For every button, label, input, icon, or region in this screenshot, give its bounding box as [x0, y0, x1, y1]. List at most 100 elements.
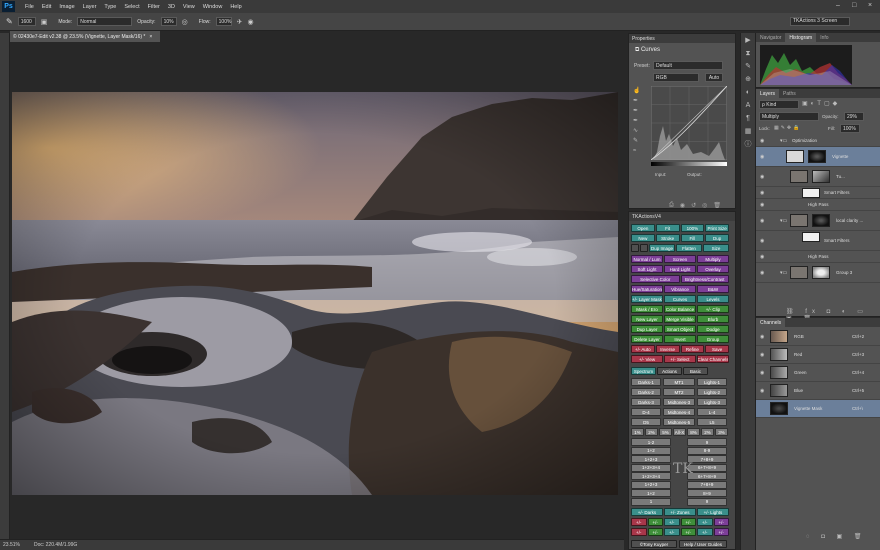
brush-preset-picker[interactable]: 1600	[17, 17, 36, 26]
menu-view[interactable]: View	[179, 4, 199, 10]
menu-window[interactable]: Window	[199, 4, 227, 10]
zoom-readout[interactable]: 23.51%	[3, 542, 20, 548]
tk-smart-object-button[interactable]: Smart Object	[664, 325, 696, 333]
tk-tab-spectrum[interactable]: Spectrum	[631, 367, 656, 375]
tk-mask-ero-button[interactable]: Mask / Ero	[631, 305, 663, 313]
tk-num-3[interactable]: All-X	[673, 428, 686, 436]
smooth-icon[interactable]: ≈	[633, 146, 643, 156]
tk-swatch-white[interactable]	[640, 244, 648, 252]
menu-help[interactable]: Help	[226, 4, 245, 10]
channel-select[interactable]: RGB	[653, 73, 699, 82]
history-icon[interactable]: ⧗	[744, 49, 753, 58]
tk-zone-left-7[interactable]: 1	[631, 497, 671, 506]
document-close-icon[interactable]: ×	[149, 34, 152, 40]
tk-color-balance-button[interactable]: Color Balance	[664, 305, 696, 313]
tk-mod1-5[interactable]: +/-	[713, 518, 729, 526]
tk-screen-button[interactable]: Screen	[664, 255, 696, 263]
tk-vibrance-button[interactable]: Vibrance	[664, 285, 696, 293]
tk-zone-left-0[interactable]: 1-2	[631, 438, 671, 446]
tk-zone-left-6[interactable]: 1+2	[631, 489, 671, 497]
document-image[interactable]	[12, 92, 618, 495]
filter-mask-thumbnail[interactable]	[802, 232, 820, 242]
pencil-icon[interactable]: ✎	[633, 136, 643, 146]
tk-group-button[interactable]: Group	[697, 335, 729, 343]
tk-darks-button[interactable]: +/- Darks	[631, 508, 663, 516]
tk-clip-button[interactable]: +/- Clip	[697, 305, 729, 313]
workspace-select[interactable]: TKActions 3 Screen	[790, 17, 850, 26]
tk-dup-image-button[interactable]: Dup Image	[649, 244, 675, 252]
layer-row[interactable]: ◉ ▾▭ local clarity ...	[756, 211, 880, 231]
tab-channels[interactable]: Channels	[756, 318, 786, 327]
tk-zone-left-5[interactable]: 1+2+3	[631, 480, 671, 489]
tk-credit[interactable]: ©Tony Kuyper	[631, 540, 677, 548]
tk-blurb-button[interactable]: Blurb	[697, 315, 729, 323]
menu-type[interactable]: Type	[100, 4, 120, 10]
tk-midtones-5-button[interactable]: Midtones-5	[663, 418, 695, 426]
channel-row[interactable]: Vignette Mask Ctrl+\	[756, 400, 880, 418]
channel-row[interactable]: ◉ Green Ctrl+4	[756, 364, 880, 382]
folder-icon[interactable]: ▾▭	[780, 138, 787, 144]
tk-merge-visible-button[interactable]: Merge Visible	[664, 315, 696, 323]
tk-open-button[interactable]: Open	[631, 224, 655, 232]
properties-tab[interactable]: Properties	[629, 34, 735, 43]
reset-icon[interactable]: ↺	[691, 202, 696, 209]
tk-stroke-button[interactable]: Stroke	[655, 234, 680, 242]
tk-lights-2-button[interactable]: Lights-2	[697, 388, 727, 396]
tk-num-2[interactable]: 5%	[659, 428, 672, 436]
tk-mt2-button[interactable]: MT2	[663, 388, 695, 396]
tk-tab-basic[interactable]: Basic	[683, 367, 708, 375]
menu-layer[interactable]: Layer	[79, 4, 101, 10]
layer-row[interactable]: ◉ Smart Filters	[756, 231, 880, 251]
brush-tool-icon[interactable]: ✎	[6, 17, 13, 26]
tk-zones-button[interactable]: +/- Zones	[664, 508, 696, 516]
channel-row[interactable]: ◉ Red Ctrl+3	[756, 346, 880, 364]
tk-dup-button[interactable]: Dup	[705, 234, 729, 242]
tk-print-size-button[interactable]: Print Size	[705, 224, 729, 232]
tk-d-4-button[interactable]: D-4	[631, 408, 661, 416]
layer-mask-thumbnail[interactable]	[812, 214, 830, 227]
channel-row[interactable]: ◉ Blue Ctrl+5	[756, 382, 880, 400]
tk-refine-button[interactable]: Refine	[680, 345, 705, 353]
menu-3d[interactable]: 3D	[164, 4, 179, 10]
tk-help-button[interactable]: Help / User Guides	[679, 540, 727, 548]
tk-mod1-1[interactable]: +/-	[647, 518, 663, 526]
gray-eyedropper-icon[interactable]: ✒	[633, 106, 643, 116]
tk-b-w-button[interactable]: B&W	[697, 285, 729, 293]
auto-button[interactable]: Auto	[705, 73, 723, 82]
layer-mask-thumbnail[interactable]	[812, 266, 830, 279]
folder-icon[interactable]: ▾▭	[780, 218, 787, 224]
lock-icons[interactable]: ▦✎✥🔒	[774, 125, 801, 131]
layer-visibility-icon[interactable]: ◉	[760, 174, 764, 180]
tk-darks-3-button[interactable]: Darks-3	[631, 398, 661, 406]
brush-panel-icon[interactable]: ✎	[744, 62, 753, 71]
tk-hard-light-button[interactable]: Hard Light	[664, 265, 696, 273]
tk-l5-button[interactable]: L5	[697, 418, 727, 426]
preset-select[interactable]: Default	[653, 61, 723, 70]
menu-filter[interactable]: Filter	[144, 4, 164, 10]
tk-num-5[interactable]: 2%	[701, 428, 714, 436]
tk-darks-1-button[interactable]: Darks-1	[631, 378, 661, 386]
tk-mod2-3[interactable]: +/-	[680, 528, 696, 536]
tk-view-button[interactable]: +/- View	[631, 355, 663, 363]
close-icon[interactable]: ×	[868, 2, 872, 9]
tk-levels-button[interactable]: Levels	[697, 295, 729, 303]
tk-multiply-button[interactable]: Multiply	[697, 255, 729, 263]
tk-mod1-3[interactable]: +/-	[680, 518, 696, 526]
tk-brightness-contrast-button[interactable]: Brightness/Contrast	[680, 275, 729, 283]
tk-zone-left-2[interactable]: 1+2+3	[631, 455, 671, 463]
pressure-size-icon[interactable]: ◉	[248, 18, 254, 26]
mode-select[interactable]: Normal	[77, 17, 133, 26]
channel-visibility-icon[interactable]: ◉	[760, 334, 764, 340]
tk-zone-right-3[interactable]: 6+7+8+9	[687, 463, 727, 472]
tk-zone-right-1[interactable]: 8-9	[687, 446, 727, 455]
opacity-field[interactable]: 10%	[160, 17, 177, 26]
channel-row[interactable]: ◉ RGB Ctrl+2	[756, 328, 880, 346]
adjust-icon[interactable]: ◐	[744, 88, 753, 97]
text-icon[interactable]: A	[744, 101, 753, 110]
layer-visibility-icon[interactable]: ◉	[760, 154, 764, 160]
layer-row[interactable]: ◉ ▾▭ Optimization	[756, 135, 880, 147]
layer-opacity-field[interactable]: 29%	[844, 112, 864, 121]
play-icon[interactable]: ▶	[744, 36, 753, 45]
tk-layer-mask-button[interactable]: +/- Layer Mask	[631, 295, 663, 303]
tk-fit-button[interactable]: Fit	[655, 224, 680, 232]
